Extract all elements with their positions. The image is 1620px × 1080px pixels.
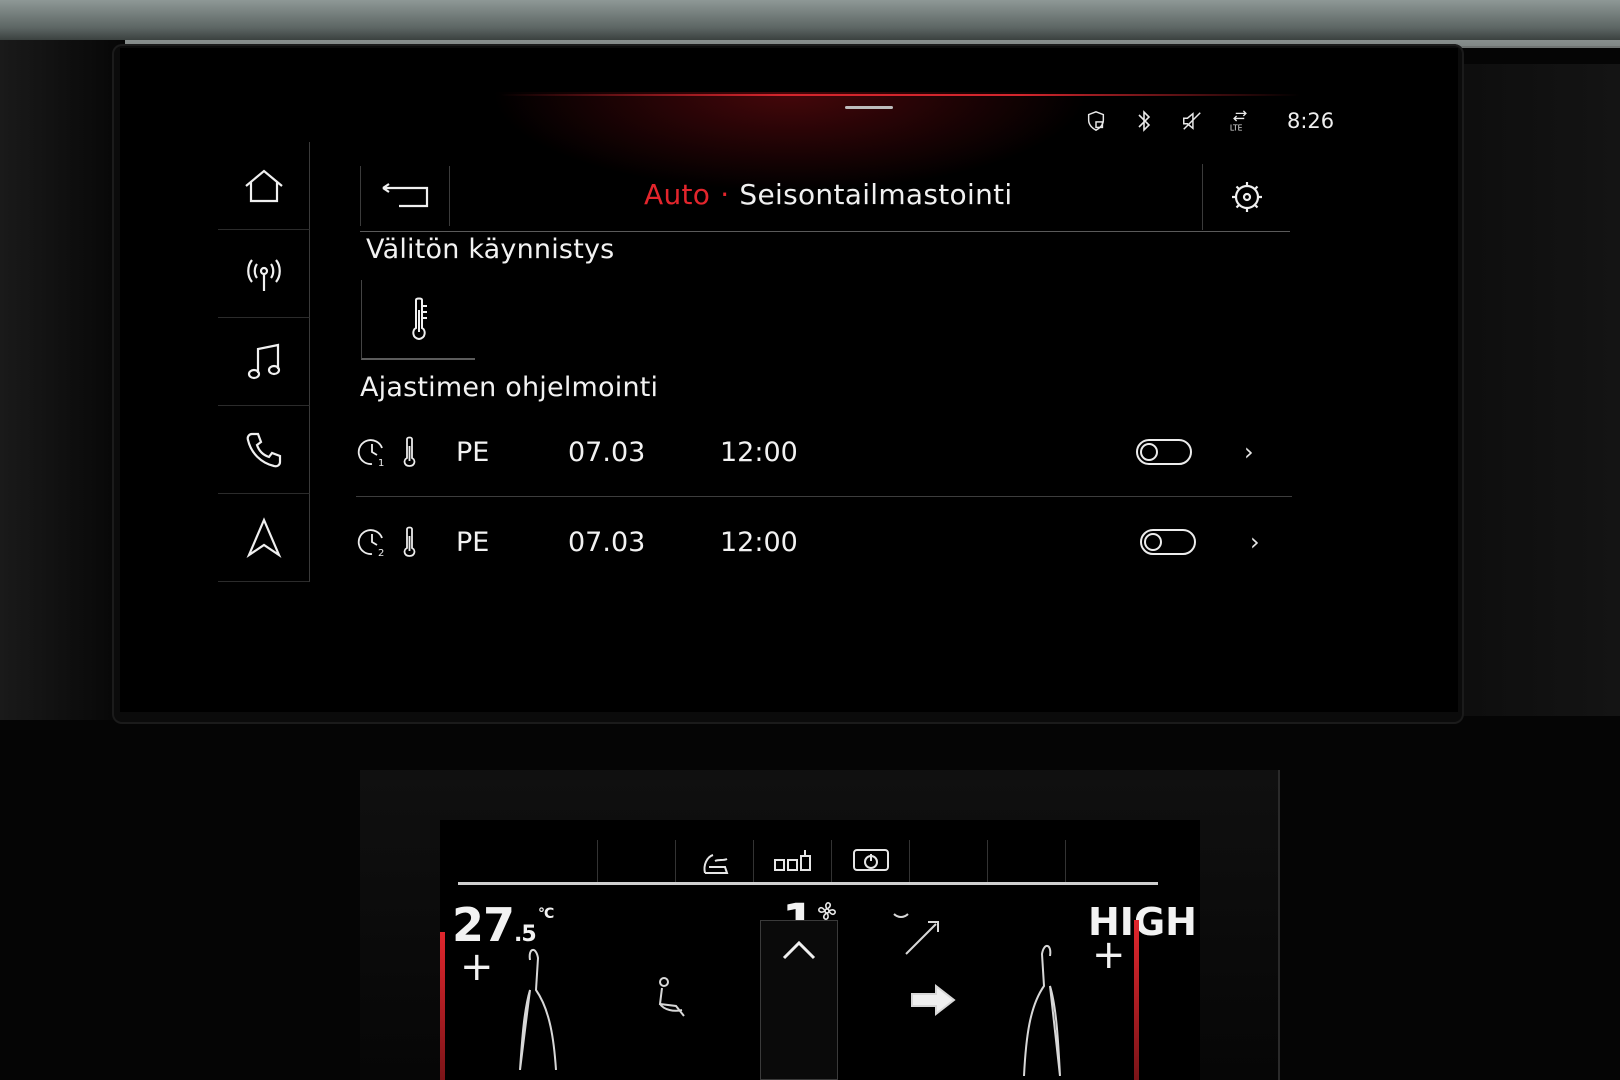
timer-2-chevron-right-icon[interactable]: › xyxy=(1250,528,1260,556)
climate-tab-empty-3[interactable] xyxy=(910,840,988,884)
timer-row-divider xyxy=(356,496,1292,497)
rear-climate-icon xyxy=(773,850,811,871)
climate-power-icon xyxy=(852,849,889,871)
timer-1-thermometer-icon xyxy=(402,436,434,468)
left-temp-plus-button[interactable]: + xyxy=(460,944,494,990)
header-accent-line xyxy=(500,94,1300,96)
phone-icon xyxy=(246,432,281,467)
radio-icon xyxy=(246,258,281,291)
timer-1-clock-icon: 1 xyxy=(356,436,388,468)
chevron-up-icon xyxy=(782,940,816,960)
instant-start-tile[interactable] xyxy=(361,280,475,360)
timer-row-1[interactable]: 1 PE 07.03 12:00 › xyxy=(356,410,1292,494)
timer-2-index: 2 xyxy=(378,548,384,558)
settings-button[interactable] xyxy=(1202,164,1290,230)
instant-start-title: Välitön käynnistys xyxy=(366,234,615,265)
climate-tab-seat-heat[interactable] xyxy=(676,840,754,884)
timer-2-time: 12:00 xyxy=(720,526,798,558)
lte-label: LTE xyxy=(1230,123,1243,132)
timer-1-day: PE xyxy=(456,436,490,468)
climate-tab-rear[interactable] xyxy=(754,840,832,884)
header-divider xyxy=(360,231,1290,232)
breadcrumb-separator: · xyxy=(720,178,730,211)
climate-tab-empty-1[interactable] xyxy=(520,840,598,884)
timer-row-2[interactable]: 2 PE 07.03 12:00 › xyxy=(356,500,1292,584)
lte-icon: LTE xyxy=(1229,110,1251,132)
timer-1-time: 12:00 xyxy=(720,436,798,468)
back-button[interactable] xyxy=(360,166,450,226)
sidebar-item-phone[interactable] xyxy=(218,406,310,494)
home-icon xyxy=(244,169,283,202)
privacy-icon xyxy=(1085,110,1107,132)
timer-2-thermometer-icon xyxy=(402,526,434,558)
header-glow xyxy=(490,92,1090,192)
gear-icon xyxy=(1231,182,1262,212)
mute-icon xyxy=(1181,110,1203,132)
timer-2-day: PE xyxy=(456,526,490,558)
climate-tab-divider xyxy=(458,882,1158,885)
pull-down-handle[interactable] xyxy=(845,106,893,109)
left-dashboard-panel xyxy=(0,40,125,720)
page-title: Seisontailmastointi xyxy=(739,178,1013,211)
right-temp-bar xyxy=(1134,920,1139,1080)
timer-1-toggle[interactable] xyxy=(1136,439,1192,465)
climate-bezel-edge xyxy=(1278,770,1280,1080)
left-temp-bar xyxy=(440,932,445,1080)
bluetooth-icon xyxy=(1133,110,1155,132)
fan-up-button[interactable] xyxy=(760,920,838,1080)
left-seat-icon[interactable] xyxy=(510,940,560,1074)
timer-2-clock-icon: 2 xyxy=(356,526,388,558)
timer-2-toggle[interactable] xyxy=(1140,529,1196,555)
right-temp-plus-button[interactable]: + xyxy=(1092,932,1126,978)
timer-programming-title: Ajastimen ohjelmointi xyxy=(360,372,659,403)
left-temp-unit: °C xyxy=(538,906,554,922)
climate-tab-empty-4[interactable] xyxy=(988,840,1066,884)
sidebar-item-navigation[interactable] xyxy=(218,494,310,582)
right-seat-icon[interactable] xyxy=(1020,936,1070,1080)
status-bar: LTE 8:26 xyxy=(1085,104,1334,138)
navigation-icon xyxy=(246,516,281,558)
breadcrumb-parent[interactable]: Auto xyxy=(644,178,710,211)
sidebar-item-radio[interactable] xyxy=(218,230,310,318)
climate-tab-empty-2[interactable] xyxy=(598,840,676,884)
seat-heat-icon xyxy=(703,854,728,874)
status-clock: 8:26 xyxy=(1287,109,1335,133)
climate-screen: 27.5 °C 1 HIGH + + xyxy=(440,820,1200,1080)
airflow-direction-icon[interactable] xyxy=(884,910,964,1034)
thermometer-icon xyxy=(411,297,427,341)
timer-1-index: 1 xyxy=(378,458,384,468)
music-icon xyxy=(247,343,280,379)
sidebar xyxy=(218,142,310,582)
timer-1-chevron-right-icon[interactable]: › xyxy=(1244,438,1254,466)
breadcrumb: Auto · Seisontailmastointi xyxy=(644,178,1012,211)
timer-1-date: 07.03 xyxy=(568,436,646,468)
sidebar-item-media[interactable] xyxy=(218,318,310,406)
timer-2-date: 07.03 xyxy=(568,526,646,558)
infotainment-screen: LTE 8:26 Auto · Seisontailmastointi Välitö… xyxy=(120,48,1458,712)
climate-tab-power[interactable] xyxy=(832,840,910,884)
sidebar-item-home[interactable] xyxy=(218,142,310,230)
airflow-person-icon[interactable] xyxy=(654,976,694,1024)
back-arrow-icon xyxy=(382,183,429,208)
